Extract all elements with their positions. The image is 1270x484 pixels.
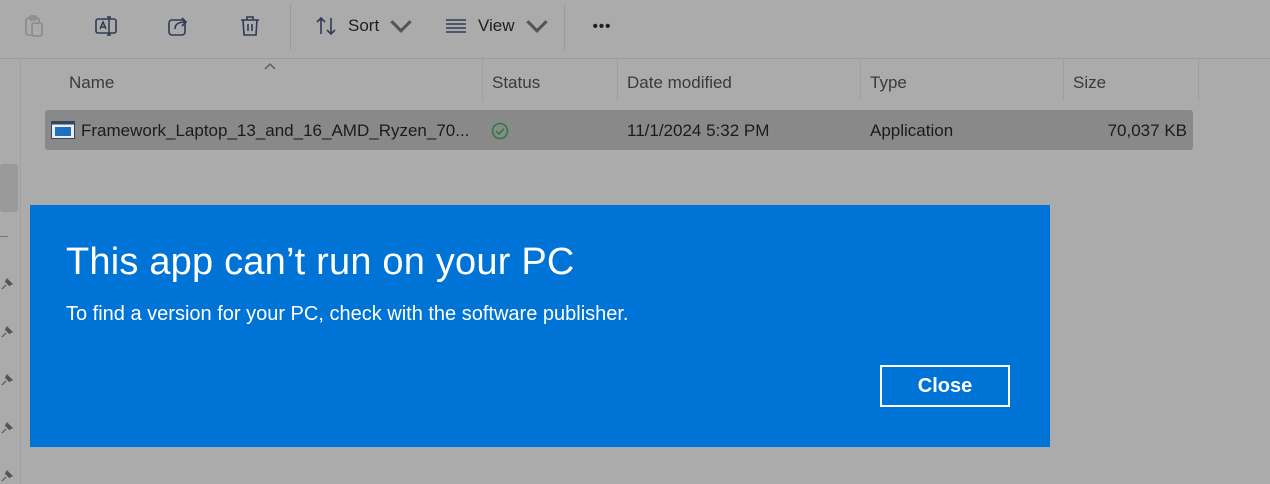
- column-name[interactable]: Name: [69, 73, 114, 93]
- sort-button[interactable]: Sort: [314, 8, 413, 44]
- paste-button[interactable]: [20, 8, 48, 44]
- column-divider[interactable]: [482, 59, 483, 101]
- share-button[interactable]: [164, 8, 192, 44]
- pin-icon: [1, 373, 14, 386]
- paste-icon: [25, 15, 43, 37]
- share-icon: [168, 17, 188, 36]
- column-divider[interactable]: [1198, 59, 1199, 101]
- column-size[interactable]: Size: [1073, 73, 1106, 93]
- close-button[interactable]: Close: [880, 365, 1010, 407]
- delete-icon: [241, 16, 259, 36]
- more-options-button[interactable]: •••: [586, 8, 618, 44]
- error-dialog: This app can’t run on your PC To find a …: [30, 205, 1050, 447]
- view-label: View: [478, 16, 515, 35]
- column-header: Name Status Date modified Type Size: [20, 59, 1270, 105]
- column-date-modified[interactable]: Date modified: [627, 73, 732, 93]
- view-button[interactable]: View: [444, 8, 549, 44]
- delete-button[interactable]: [236, 8, 264, 44]
- command-bar: Sort View •••: [0, 0, 1270, 59]
- application-icon: [51, 121, 75, 139]
- file-type: Application: [870, 121, 954, 140]
- file-row[interactable]: Framework_Laptop_13_and_16_AMD_Ryzen_70.…: [45, 110, 1193, 150]
- navigation-pane: [0, 59, 21, 484]
- dialog-message: To find a version for your PC, check wit…: [66, 303, 629, 325]
- pin-icon: [1, 469, 14, 482]
- rename-button[interactable]: [92, 8, 120, 44]
- column-type[interactable]: Type: [870, 73, 907, 93]
- column-divider[interactable]: [617, 59, 618, 101]
- nav-divider: [0, 236, 8, 237]
- file-name: Framework_Laptop_13_and_16_AMD_Ryzen_70.…: [81, 121, 470, 140]
- column-status[interactable]: Status: [492, 73, 540, 93]
- pin-icon: [1, 277, 14, 290]
- view-icon: [446, 19, 466, 33]
- sort-icon: [316, 16, 336, 36]
- file-size: 70,037 KB: [1107, 121, 1187, 140]
- column-divider[interactable]: [1063, 59, 1064, 101]
- column-divider[interactable]: [860, 59, 861, 101]
- sort-label: Sort: [348, 16, 380, 35]
- nav-scrollbar-thumb[interactable]: [0, 164, 18, 212]
- pin-icon: [1, 421, 14, 434]
- toolbar-separator: [290, 4, 291, 50]
- chevron-down-icon: [525, 20, 548, 34]
- file-date-modified: 11/1/2024 5:32 PM: [627, 121, 770, 140]
- rename-icon: [95, 16, 117, 36]
- synced-check-icon: [491, 122, 509, 140]
- pin-icon: [1, 325, 14, 338]
- dialog-title: This app can’t run on your PC: [66, 241, 575, 283]
- chevron-down-icon: [390, 20, 412, 34]
- toolbar-separator: [564, 4, 565, 50]
